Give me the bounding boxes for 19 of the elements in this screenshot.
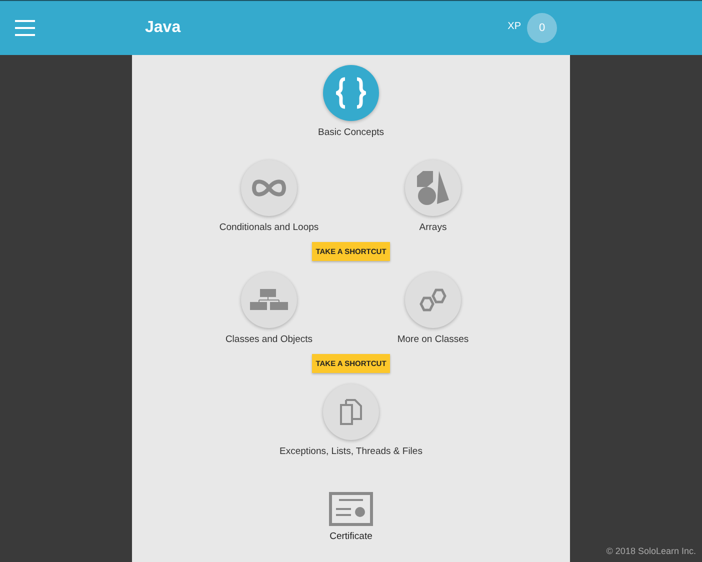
hexagons-icon	[417, 288, 449, 312]
documents-icon	[340, 399, 362, 425]
xp-label: XP	[508, 20, 521, 32]
module-button[interactable]: Classes and Objects	[194, 272, 344, 345]
module-button[interactable]: Exceptions, Lists, Threads & Files	[276, 384, 426, 457]
certificate-label: Certificate	[330, 531, 372, 542]
certificate-icon	[329, 492, 373, 526]
module-button[interactable]: Basic Concepts	[276, 65, 426, 138]
copyright-text: © 2018 SoloLearn Inc.	[606, 546, 696, 556]
module-button[interactable]: Conditionals and Loops	[194, 160, 344, 233]
course-title: Java	[145, 19, 181, 37]
hierarchy-icon	[250, 289, 288, 311]
infinity-icon	[251, 179, 287, 197]
module-button[interactable]: Arrays	[358, 160, 508, 233]
menu-button[interactable]	[15, 20, 35, 36]
shapes-icon	[415, 170, 451, 206]
xp-badge: 0	[527, 13, 557, 43]
module-button[interactable]: More on Classes	[358, 272, 508, 345]
curly-braces-icon	[336, 76, 366, 110]
